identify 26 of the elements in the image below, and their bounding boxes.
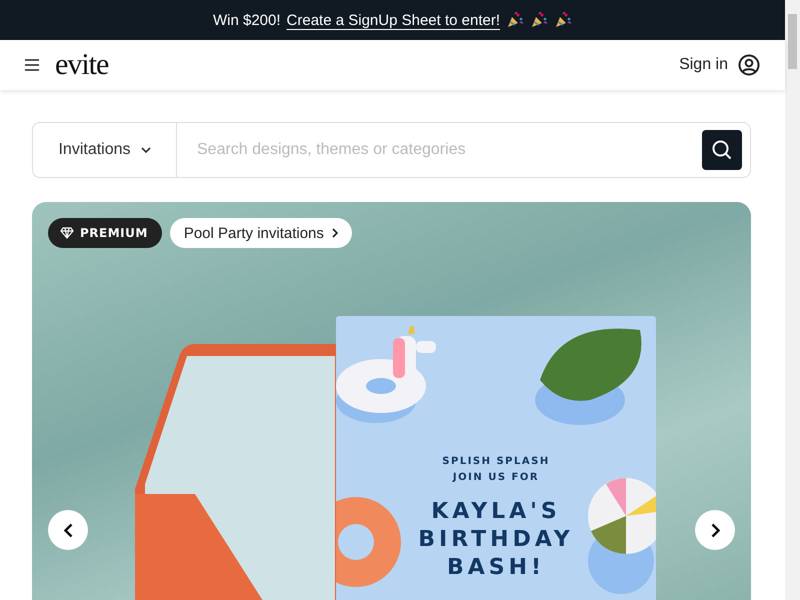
chevron-right-icon: [332, 228, 338, 238]
invitation-headline: BIRTHDAY: [418, 526, 574, 554]
invitation-tagline: SPLISH SPLASH: [442, 455, 550, 469]
search-button[interactable]: [702, 130, 742, 170]
category-link[interactable]: Pool Party invitations: [170, 218, 352, 248]
previous-button[interactable]: [48, 510, 88, 550]
invitation-headline: KAYLA'S: [431, 498, 561, 526]
next-button[interactable]: [695, 510, 735, 550]
party-popper-icon: [530, 11, 548, 29]
menu-icon[interactable]: [25, 59, 39, 71]
invitation-headline: BASH!: [446, 554, 546, 582]
premium-badge: PREMIUM: [48, 218, 162, 248]
search-icon: [711, 139, 733, 161]
sign-in-link[interactable]: Sign in: [679, 54, 760, 76]
chevron-down-icon: [140, 147, 151, 153]
invitation-tagline: JOIN US FOR: [452, 471, 540, 485]
promo-text: Win $200!: [212, 12, 281, 28]
party-popper-icon: [554, 11, 572, 29]
promo-link[interactable]: Create a SignUp Sheet to enter!: [286, 12, 500, 28]
logo[interactable]: evite: [55, 48, 108, 82]
diamond-icon: [60, 227, 74, 239]
party-popper-icon: [506, 11, 524, 29]
chevron-right-icon: [710, 522, 720, 538]
scrollbar[interactable]: [785, 0, 800, 600]
user-icon: [738, 54, 760, 76]
chevron-left-icon: [64, 522, 72, 538]
